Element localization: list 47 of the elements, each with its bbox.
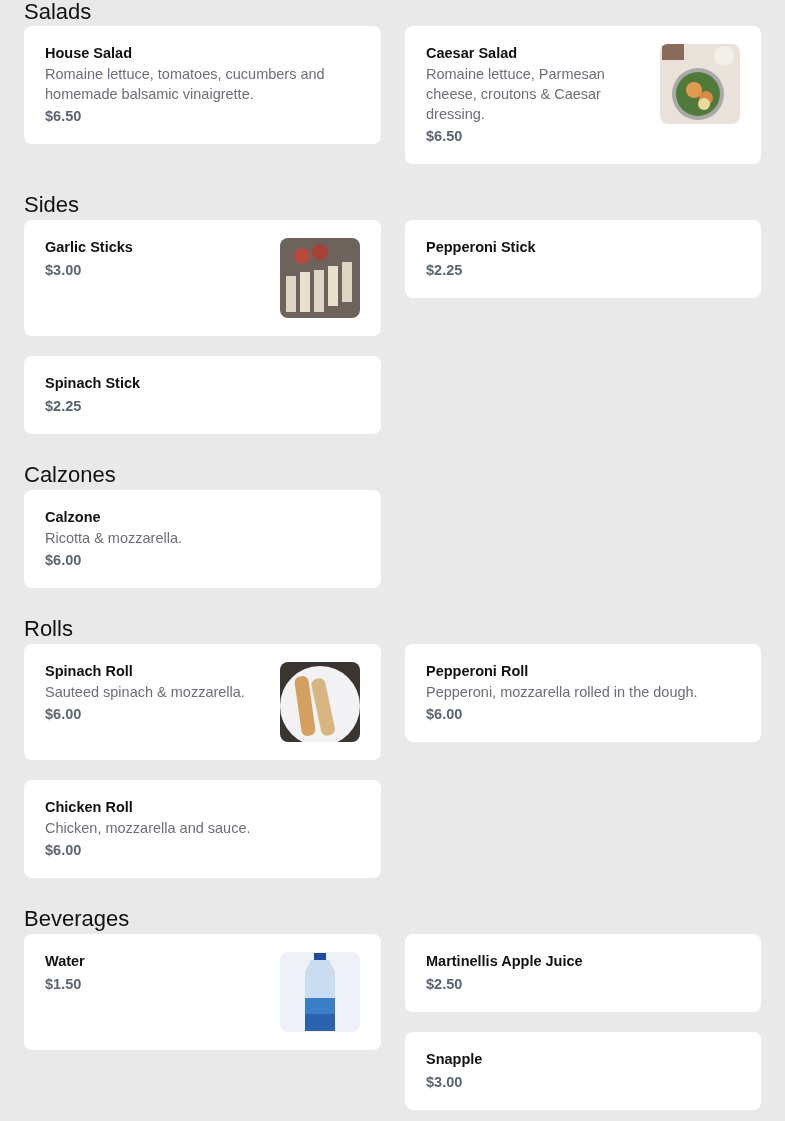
- menu-item-card[interactable]: Spinach Roll Sauteed spinach & mozzarella. $6.00: [24, 644, 381, 760]
- section-heading: Salads: [24, 0, 93, 24]
- item-name: House Salad: [45, 44, 134, 63]
- menu-item-card[interactable]: Caesar Salad Romaine lettuce, Parmesan cheese, croutons & Caesar dressing. $6.50: [405, 26, 761, 164]
- menu-item-card[interactable]: Martinellis Apple Juice $2.50: [405, 934, 761, 1012]
- item-name: Water: [45, 952, 86, 971]
- menu-item-card[interactable]: Spinach Stick $2.25: [24, 356, 381, 434]
- item-description: Ricotta & mozzarella.: [45, 529, 183, 548]
- item-price: $2.25: [45, 397, 83, 416]
- item-name: Pepperoni Roll: [426, 662, 530, 681]
- item-name: Spinach Stick: [45, 374, 142, 393]
- item-name: Caesar Salad: [426, 44, 519, 63]
- menu-item-card[interactable]: House Salad Romaine lettuce, tomatoes, cucumbers and homemade balsamic vinaigrette. $6.50: [24, 26, 381, 144]
- item-name: Martinellis Apple Juice: [426, 952, 584, 971]
- menu-item-card[interactable]: Water $1.50: [24, 934, 381, 1050]
- item-name: Pepperoni Stick: [426, 238, 537, 257]
- item-price: $3.00: [426, 1073, 464, 1092]
- menu-item-card[interactable]: Garlic Sticks $3.00: [24, 220, 381, 336]
- menu-item-card[interactable]: Pepperoni Stick $2.25: [405, 220, 761, 298]
- section-heading: Calzones: [24, 462, 117, 488]
- menu-item-card[interactable]: Chicken Roll Chicken, mozzarella and sauce. $6.00: [24, 780, 381, 878]
- item-price: $2.25: [426, 261, 464, 280]
- item-price: $6.00: [45, 705, 83, 724]
- item-description: Pepperoni, mozzarella rolled in the dough.: [426, 683, 699, 702]
- menu-item-card[interactable]: Calzone Ricotta & mozzarella. $6.00: [24, 490, 381, 588]
- item-description: Romaine lettuce, Parmesan cheese, croutons & Caesar dressing.: [426, 65, 606, 124]
- item-price: $1.50: [45, 975, 83, 994]
- item-description: Sauteed spinach & mozzarella.: [45, 683, 246, 702]
- item-price: $6.50: [426, 127, 464, 146]
- item-name: Calzone: [45, 508, 102, 527]
- item-price: $6.00: [426, 705, 464, 724]
- section-heading: Beverages: [24, 906, 131, 932]
- section-heading: Rolls: [24, 616, 74, 642]
- item-price: $3.00: [45, 261, 83, 280]
- item-price: $6.00: [45, 841, 83, 860]
- item-name: Chicken Roll: [45, 798, 134, 817]
- menu-item-card[interactable]: Pepperoni Roll Pepperoni, mozzarella rolled in the dough. $6.00: [405, 644, 761, 742]
- section-heading: Sides: [24, 192, 81, 218]
- item-price: $6.00: [45, 551, 83, 570]
- item-description: Chicken, mozzarella and sauce.: [45, 819, 252, 838]
- item-name: Garlic Sticks: [45, 238, 134, 257]
- menu-item-card[interactable]: Snapple $3.00: [405, 1032, 761, 1110]
- item-description: Romaine lettuce, tomatoes, cucumbers and homemade balsamic vinaigrette.: [45, 65, 326, 104]
- item-name: Spinach Roll: [45, 662, 134, 681]
- item-price: $6.50: [45, 107, 83, 126]
- item-name: Snapple: [426, 1050, 484, 1069]
- item-price: $2.50: [426, 975, 464, 994]
